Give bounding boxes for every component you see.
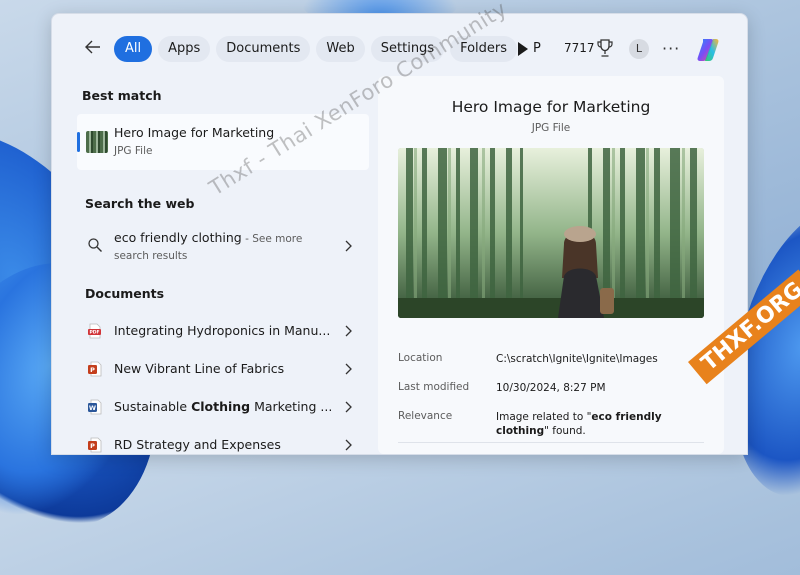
chevron-right-icon[interactable] (343, 239, 353, 253)
modified-value: 10/30/2024, 8:27 PM (496, 382, 606, 394)
word-icon: W (88, 399, 102, 415)
search-icon (88, 238, 102, 252)
document-label-suffix: Marketing ... (250, 399, 333, 414)
copilot-icon[interactable] (694, 36, 722, 64)
trophy-icon[interactable] (596, 38, 614, 58)
pdf-icon: PDF (88, 323, 101, 339)
back-arrow-icon[interactable] (82, 36, 104, 58)
see-more-text: - See more (241, 233, 303, 245)
preview-title: Hero Image for Marketing (451, 98, 651, 116)
preview-pane: Hero Image for Marketing JPG File Locati… (378, 76, 724, 454)
svg-text:W: W (89, 404, 96, 412)
document-item[interactable]: P RD Strategy and Expenses (77, 428, 369, 454)
relevance-prefix: Image related to " (496, 411, 592, 423)
preview-image[interactable] (398, 148, 704, 318)
preview-file-type: JPG File (531, 122, 571, 134)
selection-indicator (77, 132, 80, 152)
play-icon[interactable] (516, 41, 530, 57)
powerpoint-icon: P (88, 361, 102, 377)
document-item[interactable]: PDF Integrating Hydroponics in Manu... (77, 314, 369, 348)
filter-tab-apps[interactable]: Apps (158, 36, 211, 62)
filter-tabs: All Apps Documents Web Settings Folders … (114, 36, 541, 64)
rewards-points: 7717 (564, 41, 595, 55)
chevron-right-icon[interactable] (343, 400, 353, 414)
chevron-right-icon[interactable] (343, 324, 353, 338)
powerpoint-icon: P (88, 437, 102, 453)
document-label-prefix: Sustainable (114, 399, 192, 414)
svg-text:P: P (90, 366, 95, 374)
search-web-heading: Search the web (85, 196, 195, 211)
web-search-result[interactable]: eco friendly clothing - See more search … (77, 223, 369, 271)
relevance-suffix: " found. (544, 425, 586, 437)
web-query: eco friendly clothing - See more (114, 230, 302, 245)
best-match-name: Hero Image for Marketing (114, 125, 275, 140)
document-label: New Vibrant Line of Fabrics (114, 361, 285, 376)
document-label: Sustainable Clothing Marketing ... (114, 399, 332, 414)
svg-text:PDF: PDF (89, 330, 99, 336)
best-match-type: JPG File (114, 145, 153, 157)
modified-label: Last modified (398, 381, 470, 393)
results-list: Best match Hero Image for Marketing JPG … (52, 78, 377, 454)
web-query-text: eco friendly clothing (114, 230, 242, 245)
web-query-sub: search results (114, 250, 188, 262)
filter-tab-documents[interactable]: Documents (216, 36, 311, 62)
documents-heading: Documents (85, 286, 165, 301)
relevance-value: Image related to "eco friendly clothing"… (496, 410, 706, 438)
best-match-heading: Best match (82, 88, 162, 103)
location-label: Location (398, 352, 443, 364)
filter-tab-all[interactable]: All (114, 36, 153, 62)
location-value: C:\scratch\Ignite\Ignite\Images (496, 353, 658, 365)
chevron-right-icon[interactable] (343, 362, 353, 376)
image-thumbnail (86, 131, 108, 153)
document-label: Integrating Hydroponics in Manu... (114, 323, 331, 338)
avatar[interactable]: L (629, 39, 649, 59)
document-label-match: Clothing (191, 399, 251, 414)
document-item[interactable]: W Sustainable Clothing Marketing ... (77, 390, 369, 424)
svg-text:P: P (90, 442, 95, 450)
divider (398, 442, 704, 443)
document-item[interactable]: P New Vibrant Line of Fabrics (77, 352, 369, 386)
filter-tab-web[interactable]: Web (316, 36, 365, 62)
more-options-icon[interactable]: ··· (662, 39, 680, 58)
relevance-label: Relevance (398, 410, 453, 422)
bamboo-forest-photo (398, 148, 704, 318)
